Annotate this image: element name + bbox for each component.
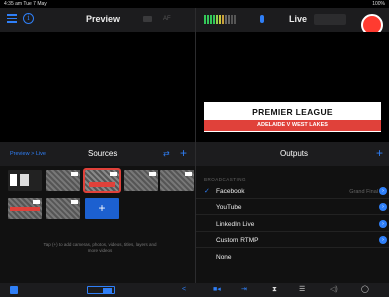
source-thumbnail-selected[interactable] <box>83 168 121 193</box>
add-output-button[interactable]: + <box>376 146 383 160</box>
output-label: LinkedIn Live <box>216 221 255 228</box>
info-icon[interactable]: i <box>23 13 34 24</box>
autofocus-button[interactable]: AF <box>163 16 171 22</box>
grid-icon[interactable] <box>10 286 18 294</box>
live-title: Live <box>289 14 308 24</box>
battery-indicator: 100% <box>372 1 385 7</box>
comment-icon[interactable]: ◯ <box>361 286 369 294</box>
source-thumbnail[interactable] <box>8 198 42 219</box>
input-icon[interactable]: ⇥ <box>241 286 247 294</box>
swap-icon[interactable]: ⇄ <box>163 149 170 158</box>
transition-icon[interactable]: ⧗ <box>272 286 277 294</box>
output-item-custom-rtmp[interactable]: Custom RTMP › <box>196 233 389 248</box>
output-item-linkedin[interactable]: LinkedIn Live › <box>196 217 389 232</box>
source-thumbnail[interactable] <box>8 170 42 191</box>
sources-panel: + Tap (+) to add cameras, photos, videos… <box>0 166 195 283</box>
section-label: BROADCASTING <box>204 177 247 182</box>
outputs-panel: BROADCASTING ✓ Facebook Grand Final › Yo… <box>196 166 389 283</box>
source-thumbnail[interactable] <box>124 170 158 191</box>
breadcrumb[interactable]: Preview > Live <box>10 151 46 157</box>
preview-header: i Preview AF <box>0 8 195 32</box>
outputs-title: Outputs <box>280 149 309 158</box>
add-source-tile[interactable]: + <box>85 198 119 219</box>
camera-icon[interactable]: ■◂ <box>213 286 221 294</box>
preview-title: Preview <box>86 14 121 24</box>
status-time: 4:35 am Tue 7 May <box>4 1 47 7</box>
chevron-right-icon[interactable]: › <box>379 187 387 195</box>
chevron-right-icon[interactable]: › <box>379 220 387 228</box>
output-item-youtube[interactable]: YouTube › <box>196 200 389 215</box>
source-thumbnail[interactable] <box>46 170 80 191</box>
checkmark-icon: ✓ <box>204 188 210 195</box>
status-bar: 4:35 am Tue 7 May 100% <box>0 0 389 8</box>
mixer-icon[interactable]: ☰ <box>299 286 305 294</box>
output-item-facebook[interactable]: ✓ Facebook Grand Final › <box>196 184 389 199</box>
add-source-button[interactable]: + <box>180 146 187 160</box>
output-label: Custom RTMP <box>216 237 259 244</box>
camera-icon[interactable] <box>143 16 152 22</box>
output-label: None <box>216 254 232 261</box>
share-icon[interactable]: < <box>182 286 186 294</box>
menu-icon[interactable] <box>7 14 17 23</box>
output-detail: Grand Final <box>349 189 378 195</box>
layout-icon[interactable] <box>87 286 115 294</box>
chevron-right-icon[interactable]: › <box>379 236 387 244</box>
outputs-header: Outputs + <box>196 142 389 166</box>
output-label: YouTube <box>216 204 242 211</box>
audio-icon[interactable]: ◁) <box>330 286 338 294</box>
audio-level-meter <box>204 15 236 24</box>
chevron-right-icon[interactable]: › <box>379 203 387 211</box>
live-viewport[interactable]: PREMIER LEAGUE ADELAIDE V WEST LAKES <box>196 32 389 142</box>
output-item-none[interactable]: None <box>196 250 389 265</box>
source-thumbnail[interactable] <box>160 170 194 191</box>
bottom-toolbar: < ■◂ ⇥ ⧗ ☰ ◁) ◯ <box>0 283 389 297</box>
sources-hint: Tap (+) to add cameras, photos, videos, … <box>43 242 157 253</box>
stream-status-badge <box>314 14 346 25</box>
sources-header: Preview > Live Sources ⇄ + <box>0 142 195 166</box>
overlay-subtitle: ADELAIDE V WEST LAKES <box>204 120 381 131</box>
preview-viewport[interactable] <box>0 32 195 142</box>
output-label: Facebook <box>216 188 245 195</box>
overlay-title: PREMIER LEAGUE <box>252 107 333 117</box>
live-header: Live <box>196 8 389 36</box>
source-thumbnail[interactable] <box>46 198 80 219</box>
sources-title: Sources <box>88 149 118 158</box>
microphone-icon[interactable] <box>260 15 264 23</box>
